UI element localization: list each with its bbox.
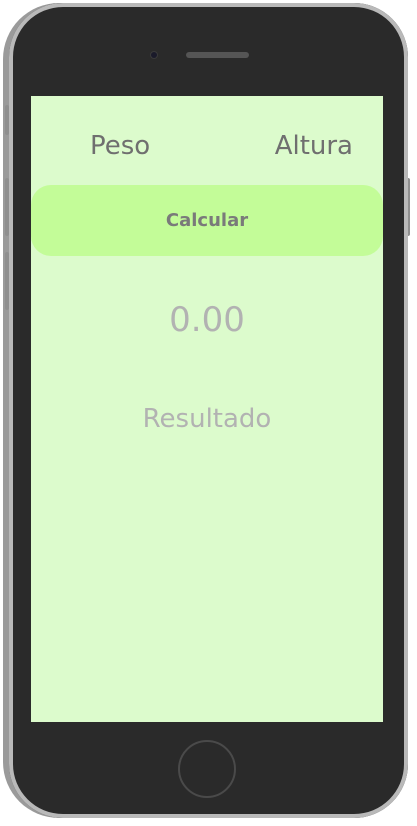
app-screen: Calcular 0.00 Resultado <box>31 96 383 722</box>
home-button[interactable] <box>178 740 236 798</box>
earpiece-speaker <box>186 52 249 58</box>
calculate-button[interactable]: Calcular <box>31 185 383 256</box>
inputs-row <box>31 124 383 168</box>
altura-input[interactable] <box>203 124 353 168</box>
front-camera <box>151 52 157 58</box>
result-label: Resultado <box>142 404 272 434</box>
result-value: 0.00 <box>169 300 245 340</box>
